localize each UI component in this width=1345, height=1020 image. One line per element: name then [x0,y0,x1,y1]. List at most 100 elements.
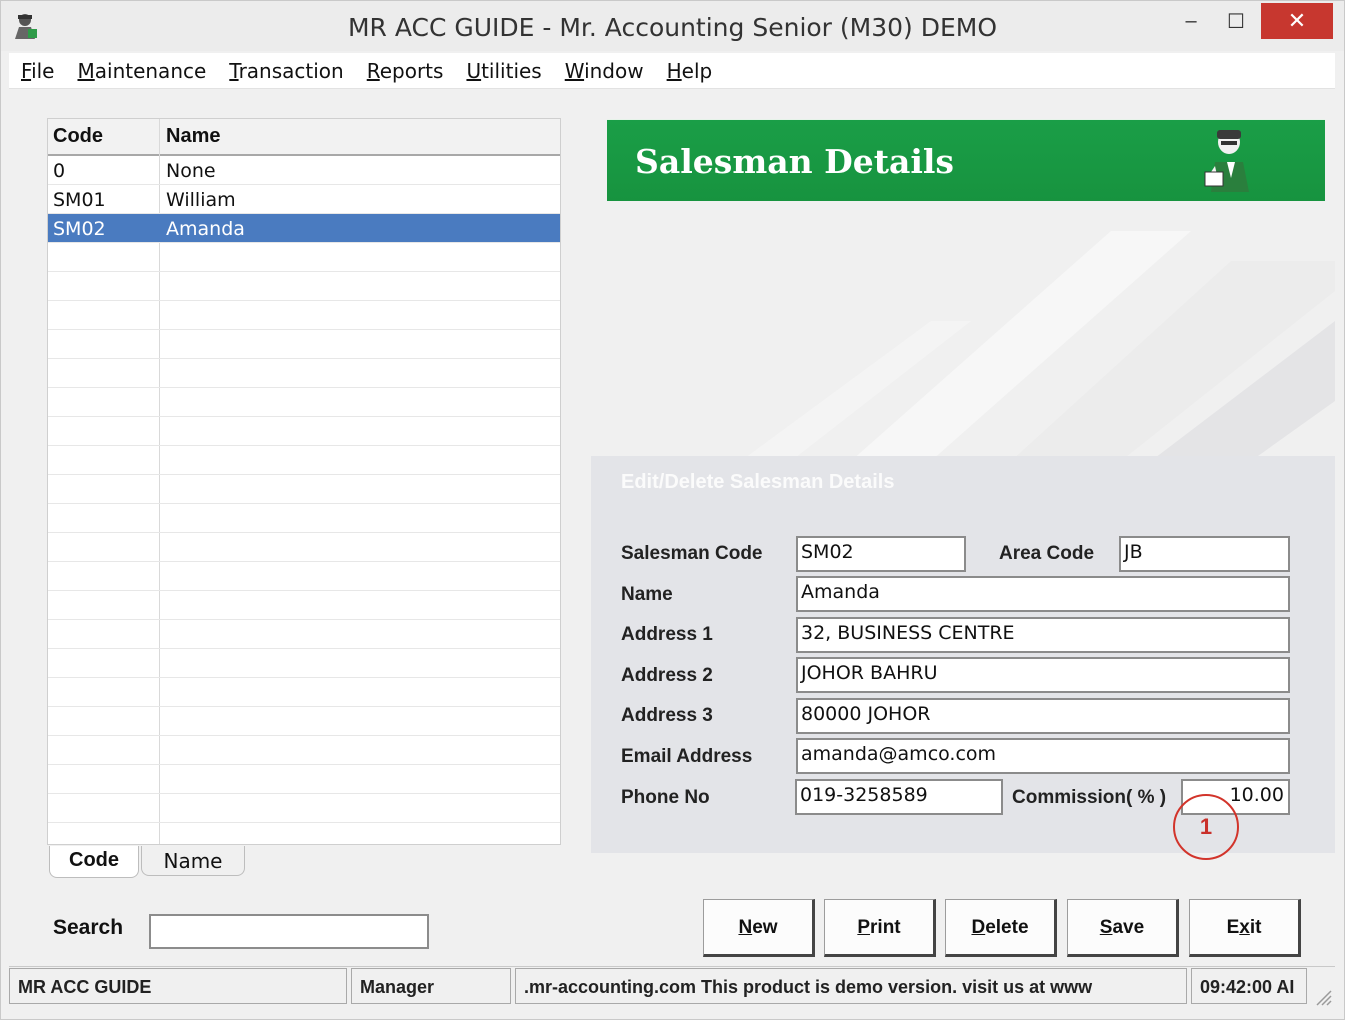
minimize-button[interactable]: – [1171,3,1211,39]
delete-button[interactable]: Delete [945,899,1057,957]
menu-utilities-label: tilities [481,58,542,83]
exit-button[interactable]: Exit [1189,899,1301,957]
new-button[interactable]: New [703,899,815,957]
status-company: MR ACC GUIDE [9,968,347,1004]
table-row[interactable] [48,533,560,562]
resize-grip-icon[interactable] [1311,985,1333,1007]
save-button[interactable]: Save [1067,899,1179,957]
menu-file-label: ile [31,58,55,83]
address2-field[interactable]: JOHOR BAHRU [796,657,1290,693]
save-button-accel: S [1099,917,1113,938]
table-row[interactable] [48,475,560,504]
menu-file-accel: F [21,58,32,83]
search-input[interactable] [149,914,429,949]
status-message: .mr-accounting.com This product is demo … [515,968,1187,1004]
table-row[interactable] [48,330,560,359]
print-button-accel: P [857,917,871,938]
menu-bar: File Maintenance Transaction Reports Uti… [9,53,1335,89]
table-row[interactable]: 0 None [48,156,560,185]
table-row[interactable]: SM01 William [48,185,560,214]
cell-name: None [166,160,216,182]
page-title: Salesman Details [635,142,954,181]
email-field[interactable]: amanda@amco.com [796,738,1290,774]
table-row[interactable] [48,417,560,446]
table-row[interactable] [48,736,560,765]
table-row[interactable]: SM02 Amanda [48,214,560,243]
table-row[interactable] [48,504,560,533]
area-code-label: Area Code [999,543,1095,564]
phone-label: Phone No [621,787,710,808]
app-window: MR ACC GUIDE - Mr. Accounting Senior (M3… [0,0,1345,1020]
salesman-grid[interactable]: Code Name 0 None SM01 William SM02 Amanda [47,118,561,845]
print-button[interactable]: Print [824,899,936,957]
table-row[interactable] [48,562,560,591]
table-row[interactable] [48,823,560,844]
commission-label: Commission( % ) [1012,787,1167,808]
cell-code: SM02 [53,218,106,240]
column-header-name[interactable]: Name [166,125,220,148]
column-header-code[interactable]: Code [53,125,103,148]
table-row[interactable] [48,446,560,475]
save-button-label: ave [1112,917,1145,938]
address1-label: Address 1 [621,624,713,645]
exit-button-accel: x [1239,917,1250,938]
delete-button-accel: D [971,917,986,938]
area-code-field[interactable]: JB [1119,536,1290,572]
menu-maintenance[interactable]: Maintenance [77,59,206,83]
menu-window[interactable]: Window [565,59,644,83]
cell-name: Amanda [166,218,245,240]
menu-utilities-accel: U [466,58,482,83]
name-label: Name [621,584,673,605]
table-row[interactable] [48,794,560,823]
menu-help[interactable]: Help [667,59,713,83]
tab-code[interactable]: Code [49,846,139,878]
maximize-button[interactable]: ☐ [1216,3,1256,39]
header-banner: Salesman Details [607,119,1325,201]
menu-file[interactable]: File [21,59,54,83]
table-row[interactable] [48,707,560,736]
status-time: 09:42:00 AI [1191,968,1307,1004]
search-label: Search [53,916,124,939]
tab-name[interactable]: Name [141,846,245,876]
menu-help-label: elp [681,58,713,83]
cell-code: 0 [53,160,66,182]
cell-name: William [166,189,236,211]
table-row[interactable] [48,243,560,272]
address3-field[interactable]: 80000 JOHOR [796,698,1290,734]
table-row[interactable] [48,388,560,417]
address1-field[interactable]: 32, BUSINESS CENTRE [796,617,1290,653]
menu-transaction-label: ransaction [238,58,344,83]
table-row[interactable] [48,678,560,707]
salesman-code-label: Salesman Code [621,543,763,564]
menu-utilities[interactable]: Utilities [466,59,541,83]
menu-reports-label: eports [379,58,444,83]
accountant-figure-icon [1204,130,1249,192]
menu-transaction[interactable]: Transaction [229,59,343,83]
menu-maintenance-label: aintenance [94,58,207,83]
decorative-background [741,231,1335,461]
phone-field[interactable]: 019-3258589 [795,779,1003,815]
table-row[interactable] [48,649,560,678]
table-row[interactable] [48,359,560,388]
panel-title: Edit/Delete Salesman Details [621,471,895,493]
close-button[interactable]: ✕ [1261,3,1333,39]
window-title: MR ACC GUIDE - Mr. Accounting Senior (M3… [347,13,998,42]
table-row[interactable] [48,620,560,649]
table-row[interactable] [48,301,560,330]
title-bar[interactable]: MR ACC GUIDE - Mr. Accounting Senior (M3… [1,1,1344,51]
salesman-code-field[interactable]: SM02 [796,536,966,572]
cell-code: SM01 [53,189,106,211]
table-row[interactable] [48,591,560,620]
annotation-marker: 1 [1173,794,1239,860]
address2-label: Address 2 [621,665,713,686]
menu-reports[interactable]: Reports [367,59,444,83]
table-row[interactable] [48,765,560,794]
name-field[interactable]: Amanda [796,576,1290,612]
address3-label: Address 3 [621,705,713,726]
new-button-label: ew [752,917,778,938]
status-user: Manager [351,968,511,1004]
menu-help-accel: H [666,58,682,83]
menu-window-label: indow [584,58,644,83]
print-button-label: rint [870,917,901,938]
table-row[interactable] [48,272,560,301]
